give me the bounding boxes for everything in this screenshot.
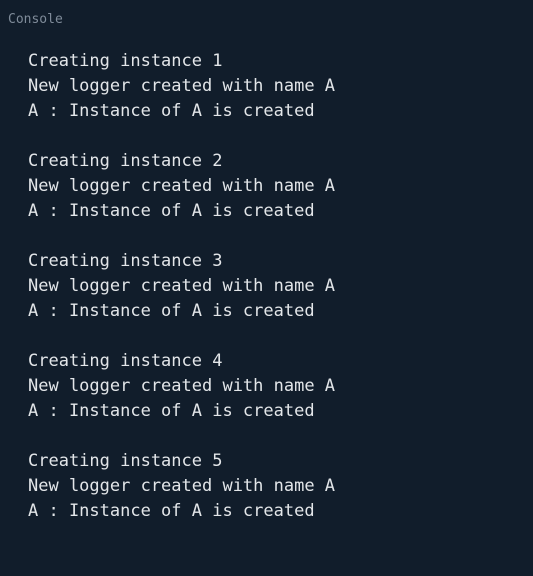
console-title: Console	[8, 12, 63, 27]
console-line: Creating instance 3	[28, 251, 223, 271]
console-line: Creating instance 5	[28, 451, 223, 471]
console-line: New logger created with name A	[28, 376, 336, 396]
console-line: New logger created with name A	[28, 76, 336, 96]
console-line: A : Instance of A is created	[28, 101, 315, 121]
console-line: A : Instance of A is created	[28, 201, 315, 221]
console-line: New logger created with name A	[28, 476, 336, 496]
console-panel: Console Creating instance 1 New logger c…	[0, 0, 533, 576]
console-line: New logger created with name A	[28, 276, 336, 296]
console-line: Creating instance 1	[28, 51, 223, 71]
console-line: A : Instance of A is created	[28, 301, 315, 321]
console-line: A : Instance of A is created	[28, 401, 315, 421]
console-line: Creating instance 2	[28, 151, 223, 171]
console-line: Creating instance 4	[28, 351, 223, 371]
console-output[interactable]: Creating instance 1 New logger created w…	[28, 49, 523, 524]
console-line: A : Instance of A is created	[28, 501, 315, 521]
console-line: New logger created with name A	[28, 176, 336, 196]
